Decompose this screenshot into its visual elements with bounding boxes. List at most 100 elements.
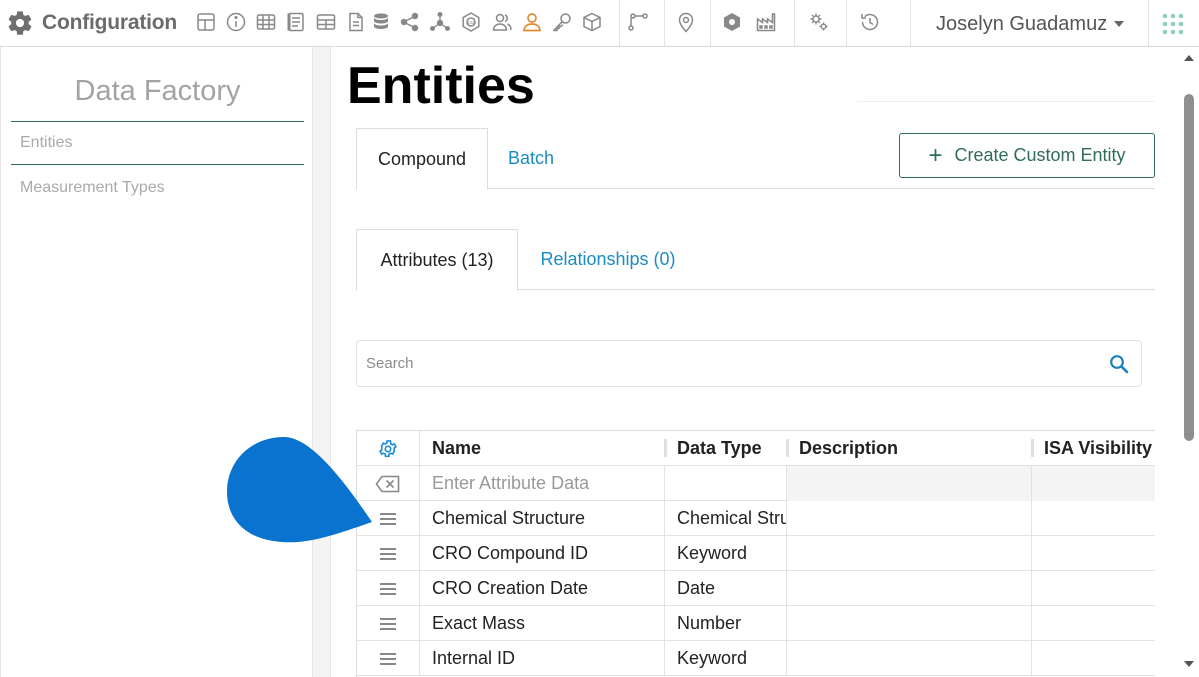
panel-resize-gutter[interactable] <box>313 47 331 677</box>
info-icon[interactable] <box>225 11 247 33</box>
attribute-name-cell[interactable]: CRO Creation Date <box>420 571 665 606</box>
history-icon[interactable] <box>859 11 881 33</box>
location-pin-icon[interactable] <box>675 11 697 33</box>
scroll-down-arrow-icon[interactable] <box>1184 661 1194 667</box>
app-brand[interactable]: Configuration <box>6 8 177 38</box>
attribute-description-cell[interactable] <box>787 501 1032 536</box>
search-icon[interactable] <box>1109 354 1129 374</box>
table-row[interactable]: Exact Mass Number <box>357 606 1155 641</box>
drag-handle-icon <box>380 652 396 665</box>
attribute-visibility-cell[interactable] <box>1032 571 1155 606</box>
users-icon[interactable] <box>491 11 513 33</box>
attribute-type-cell[interactable]: Number <box>665 606 787 641</box>
attribute-filter-input[interactable]: Enter Attribute Data <box>420 466 665 501</box>
drag-handle-icon <box>380 512 396 525</box>
user-menu[interactable]: Joselyn Guadamuz <box>936 12 1125 36</box>
cube-icon[interactable] <box>581 11 603 33</box>
page-title: Entities <box>347 57 535 115</box>
column-header-data-type[interactable]: Data Type <box>665 431 787 466</box>
hexagon-icon[interactable] <box>721 11 743 33</box>
search-box <box>356 340 1142 387</box>
data-type-filter-cell[interactable] <box>665 466 787 501</box>
description-filter-cell <box>787 466 1032 501</box>
toolbar-divider <box>910 0 911 46</box>
attribute-visibility-cell[interactable] <box>1032 606 1155 641</box>
scrollbar-thumb[interactable] <box>1184 94 1194 441</box>
sidebar-item-entities[interactable]: Entities <box>20 134 72 152</box>
attribute-tabs: Attributes (13) Relationships (0) <box>356 229 1155 291</box>
attribute-type-cell[interactable]: Keyword <box>665 536 787 571</box>
drag-handle-icon <box>380 547 396 560</box>
apps-grid-icon[interactable] <box>1161 12 1185 36</box>
layout-icon[interactable] <box>195 11 217 33</box>
attribute-description-cell[interactable] <box>787 571 1032 606</box>
table-row[interactable]: Chemical Structure Chemical Structure <box>357 501 1155 536</box>
attribute-visibility-cell[interactable] <box>1032 641 1155 676</box>
flask-icon[interactable]: co <box>460 11 482 33</box>
drag-handle[interactable] <box>357 606 420 641</box>
sidebar: Data Factory Entities Measurement Types <box>0 47 313 677</box>
tab-relationships[interactable]: Relationships (0) <box>518 229 698 290</box>
column-header-name[interactable]: Name <box>420 431 665 466</box>
caret-down-icon <box>1114 21 1125 27</box>
attribute-description-cell[interactable] <box>787 606 1032 641</box>
search-input[interactable] <box>357 341 1097 386</box>
key-icon[interactable] <box>551 11 573 33</box>
tab-attributes[interactable]: Attributes (13) <box>356 229 518 291</box>
attribute-description-cell[interactable] <box>787 536 1032 571</box>
settings-gears-icon[interactable] <box>808 11 830 33</box>
grid-header-row: Name Data Type Description ISA Visibilit… <box>357 431 1155 466</box>
header-divider <box>857 101 1154 102</box>
table-row[interactable]: CRO Creation Date Date <box>357 571 1155 606</box>
create-custom-entity-label: Create Custom Entity <box>954 145 1126 165</box>
drag-handle[interactable] <box>357 641 420 676</box>
attribute-type-text: Chemical Structure <box>677 508 787 528</box>
attribute-type-cell[interactable]: Keyword <box>665 641 787 676</box>
column-header-description[interactable]: Description <box>787 431 1032 466</box>
grid-table-icon[interactable] <box>315 11 337 33</box>
sidebar-divider <box>11 121 304 122</box>
tab-batch[interactable]: Batch <box>488 128 574 189</box>
attribute-visibility-cell[interactable] <box>1032 501 1155 536</box>
toolbar-divider <box>664 0 665 46</box>
attribute-type-cell[interactable]: Chemical Structure <box>665 501 787 536</box>
toolbar-divider <box>710 0 711 46</box>
toolbar-divider <box>619 0 620 46</box>
scroll-up-arrow-icon[interactable] <box>1184 55 1194 61</box>
route-icon[interactable] <box>627 11 649 33</box>
attribute-name-cell[interactable]: CRO Compound ID <box>420 536 665 571</box>
attribute-name-cell[interactable]: Exact Mass <box>420 606 665 641</box>
user-icon[interactable] <box>521 11 543 33</box>
sidebar-divider <box>11 164 304 165</box>
toolbar-divider <box>794 0 795 46</box>
tab-compound[interactable]: Compound <box>356 128 488 190</box>
table-icon[interactable] <box>255 11 277 33</box>
top-toolbar: Configuration co Joselyn Guadamuz <box>0 0 1199 47</box>
svg-text:co: co <box>468 20 474 26</box>
grid-filter-row: Enter Attribute Data <box>357 466 1155 501</box>
table-row[interactable]: Internal ID Keyword <box>357 641 1155 676</box>
factory-icon[interactable] <box>755 11 777 33</box>
network-icon[interactable] <box>429 11 451 33</box>
attribute-type-cell[interactable]: Date <box>665 571 787 606</box>
app-title: Configuration <box>42 11 178 34</box>
plus-icon: + <box>928 141 943 169</box>
create-custom-entity-button[interactable]: + Create Custom Entity <box>899 133 1155 178</box>
drag-handle[interactable] <box>357 571 420 606</box>
vertical-scrollbar[interactable] <box>1180 47 1199 677</box>
share-icon[interactable] <box>399 11 421 33</box>
database-icon[interactable] <box>370 11 392 33</box>
attribute-name-cell[interactable]: Chemical Structure <box>420 501 665 536</box>
column-header-isa-visibility[interactable]: ISA Visibility <box>1032 431 1155 466</box>
table-row[interactable]: CRO Compound ID Keyword <box>357 536 1155 571</box>
attribute-visibility-cell[interactable] <box>1032 536 1155 571</box>
drag-handle-icon <box>380 617 396 630</box>
sidebar-item-measurement-types[interactable]: Measurement Types <box>20 179 165 197</box>
toolbar-divider <box>1148 0 1149 46</box>
attribute-name-cell[interactable]: Internal ID <box>420 641 665 676</box>
gear-icon <box>8 11 32 35</box>
notebook-icon[interactable] <box>285 11 307 33</box>
drag-handle-icon <box>380 582 396 595</box>
document-icon[interactable] <box>345 11 367 33</box>
attribute-description-cell[interactable] <box>787 641 1032 676</box>
